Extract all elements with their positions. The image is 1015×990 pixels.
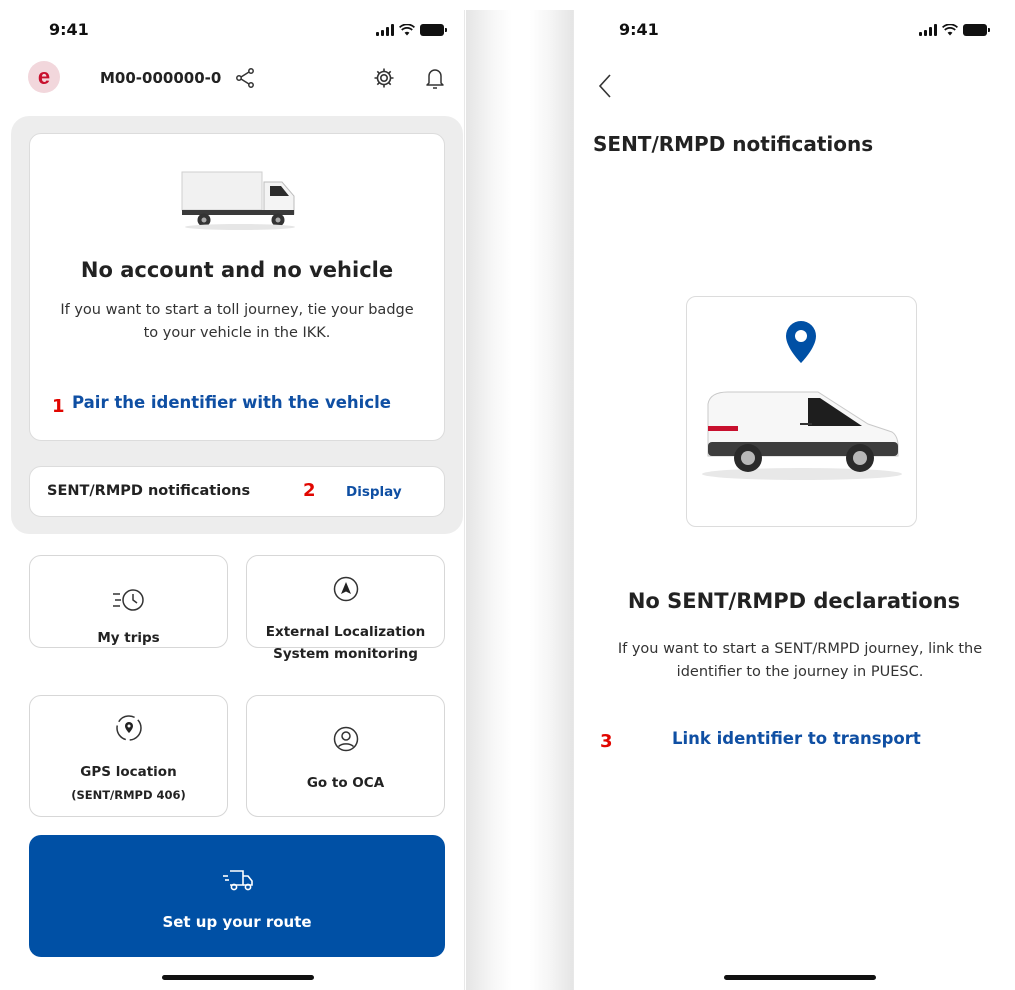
step-marker-2: 2 [303,480,316,501]
display-notifications-link[interactable]: Display [346,484,402,500]
home-indicator [162,975,314,980]
tile-gps-location[interactable]: GPS location (SENT/RMPD 406) [29,695,228,817]
pair-identifier-link[interactable]: Pair the identifier with the vehicle [72,393,391,412]
phone-shadow [530,10,573,990]
location-pin-icon [786,321,816,363]
signal-icon [919,24,937,36]
bell-icon[interactable] [424,66,446,90]
status-bar: 9:41 [0,20,465,44]
tile-my-trips-label: My trips [97,630,160,646]
tile-els-label-1: External Localization [265,624,426,640]
step-marker-1: 1 [52,396,65,417]
user-circle-icon [333,726,358,752]
gear-icon[interactable] [372,66,396,90]
navigation-arrow-icon [333,576,358,602]
status-time: 9:41 [619,20,659,39]
signal-icon [376,24,394,36]
tile-go-to-oca[interactable]: Go to OCA [246,695,445,817]
truck-illustration [181,171,295,230]
clock-icon [112,589,144,611]
tile-els-label-2: System monitoring [273,646,418,662]
phone-shadow [466,10,512,990]
empty-state-title: No SENT/RMPD declarations [627,589,961,613]
tile-gps-label-1: GPS location [80,764,177,780]
step-marker-3: 3 [600,731,613,752]
notifications-label: SENT/RMPD notifications [47,483,251,499]
no-vehicle-description: If you want to start a toll journey, tie… [60,302,414,341]
battery-icon [420,24,447,36]
battery-icon [963,24,990,36]
set-up-route-label: Set up your route [162,913,312,931]
home-indicator [724,975,876,980]
status-icons [919,24,990,36]
status-time: 9:41 [49,20,89,39]
empty-state-description: If you want to start a SENT/RMPD journey… [617,641,983,680]
no-vehicle-title: No account and no vehicle [80,258,394,282]
tile-gps-label-2: (SENT/RMPD 406) [71,788,186,802]
delivery-truck-icon [223,870,253,891]
van-illustration [702,391,902,480]
tile-els-monitoring[interactable]: External Localization System monitoring [246,555,445,662]
link-identifier-to-transport-link[interactable]: Link identifier to transport [672,729,921,748]
tile-my-trips[interactable]: My trips [29,555,228,648]
page-title: SENT/RMPD notifications [593,132,874,156]
wifi-icon [942,24,958,36]
status-icons [376,24,447,36]
wifi-icon [399,24,415,36]
app-logo: e [28,61,60,93]
account-id: M00-000000-0 [100,69,222,87]
share-icon[interactable] [233,66,257,90]
tile-oca-label: Go to OCA [306,775,385,791]
location-pin-icon [115,715,142,741]
chevron-left-icon[interactable] [597,73,613,99]
status-bar: 9:41 [573,20,1015,44]
set-up-route-button[interactable] [29,835,445,957]
